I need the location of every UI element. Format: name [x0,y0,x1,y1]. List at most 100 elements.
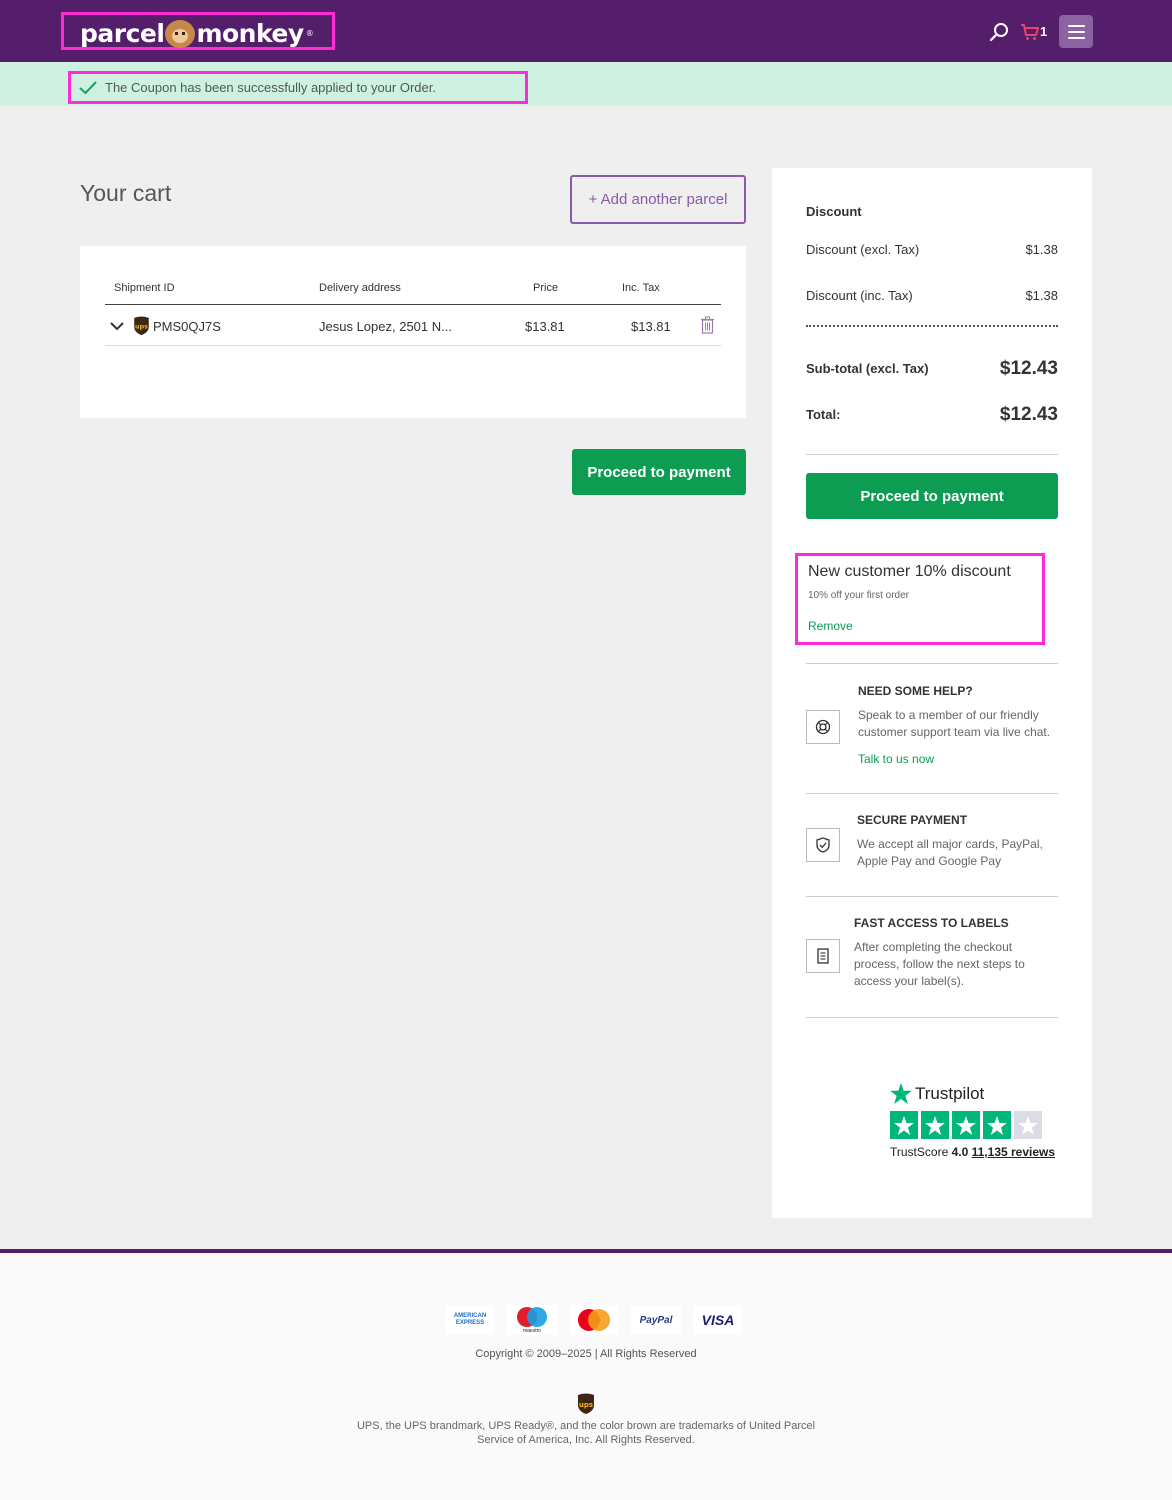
subtotal-label: Sub-total (excl. Tax) [806,361,929,376]
cart-count-badge[interactable]: 1 [1040,24,1047,39]
menu-bar-icon [1067,30,1085,33]
rating-star-icon [952,1111,980,1139]
divider [806,663,1058,664]
maestro-label: maestro [522,1328,542,1334]
document-icon [817,948,829,964]
total-label: Total: [806,407,841,422]
trustpilot-star-icon [890,1083,912,1104]
page-title: Your cart [80,180,172,206]
menu-bar-icon [1067,24,1085,27]
proceed-to-payment-side-button[interactable]: Proceed to payment [806,473,1058,519]
cart-table: Shipment ID Delivery address Price Inc. … [80,246,746,418]
discount-excl-tax-label: Discount (excl. Tax) [806,242,920,257]
column-header-inc-tax: Inc. Tax [622,282,660,294]
paypal-label: PayPal [639,1314,673,1326]
discount-excl-tax-value: $1.38 [1025,242,1058,257]
help-title: NEED SOME HELP? [858,684,973,698]
price-cell: $13.81 [525,319,565,334]
lifebuoy-icon [815,719,831,735]
discount-inc-tax-value: $1.38 [1025,288,1058,303]
coupon-success-message: The Coupon has been successfully applied… [68,71,528,104]
applied-coupon: New customer 10% discount 10% off your f… [795,553,1045,645]
maestro-icon: maestro [507,1305,557,1335]
monkey-face-icon [165,19,196,48]
secure-icon-box [806,828,840,862]
delivery-address-cell: Jesus Lopez, 2501 N... [319,319,452,334]
visa-label: VISA [701,1312,735,1328]
divider [806,896,1058,897]
coupon-success-banner: The Coupon has been successfully applied… [0,62,1172,106]
fast-access-text: After completing the checkout process, f… [854,940,1025,988]
help-icon-box [806,710,840,744]
proceed-to-payment-button[interactable]: Proceed to payment [572,449,746,495]
trustscore-value: 4.0 [951,1145,969,1159]
order-summary-panel: Discount Discount (excl. Tax) $1.38 Disc… [772,168,1092,1218]
ups-trademark-note: UPS, the UPS brandmark, UPS Ready®, and … [356,1420,816,1446]
column-header-shipment-id: Shipment ID [114,282,175,294]
subtotal-value: $12.43 [999,358,1058,379]
coupon-title: New customer 10% discount [808,563,1011,580]
paypal-icon: PayPal [631,1305,681,1335]
table-header-divider [105,304,721,305]
divider [806,1017,1058,1018]
trustpilot-reviews-link[interactable]: 11,135 reviews [972,1145,1055,1159]
copyright-text: Copyright © 2009–2025 | All Rights Reser… [475,1348,697,1360]
logo-text-monkey: monkey [196,19,304,48]
trustscore-text: TrustScore 4.0 11,135 reviews [890,1145,1055,1159]
parcel-monkey-logo: parcel monkey ® [80,19,314,48]
trustpilot-rating-stars [890,1111,1055,1139]
checkmark-icon [79,80,97,94]
fast-access-title: FAST ACCESS TO LABELS [854,916,1009,930]
trustpilot-widget[interactable]: Trustpilot TrustScore 4.0 11,135 reviews [890,1083,1055,1159]
table-row-divider [105,345,721,346]
logo-link[interactable]: parcel monkey ® [61,12,335,50]
logo-text-parcel: parcel [80,19,165,48]
divider [806,454,1058,455]
mastercard-icon [569,1305,619,1335]
discount-heading: Discount [806,204,862,219]
svg-text:ups: ups [579,1401,593,1409]
labels-icon-box [806,939,840,973]
rating-star-icon [890,1111,918,1139]
coupon-description: 10% off your first order [808,590,909,601]
trustpilot-name: Trustpilot [915,1083,985,1103]
payment-methods: AMERICAN EXPRESS maestro PayPal VISA [445,1305,743,1335]
site-footer: AMERICAN EXPRESS maestro PayPal VISA Cop… [0,1253,1172,1500]
discount-inc-tax-label: Discount (inc. Tax) [806,288,913,303]
search-icon[interactable] [989,22,1009,42]
trash-icon[interactable] [700,316,715,334]
remove-coupon-link[interactable]: Remove [808,619,853,633]
site-header: parcel monkey ® 1 [0,0,1172,62]
shopping-cart-icon[interactable] [1020,23,1040,41]
add-another-parcel-button[interactable]: + Add another parcel [570,175,746,224]
registered-mark: ® [305,29,314,38]
rating-star-icon [921,1111,949,1139]
ups-logo-icon: ups [134,316,149,336]
maestro-circles-icon [517,1307,547,1327]
amex-label: AMERICAN EXPRESS [453,1313,487,1326]
talk-to-us-link[interactable]: Talk to us now [858,752,934,766]
shipment-id-cell: PMS0QJ7S [153,319,221,334]
divider [806,793,1058,794]
visa-icon: VISA [693,1305,743,1335]
trustpilot-header: Trustpilot [890,1083,1055,1104]
menu-bar-icon [1067,36,1085,39]
secure-payment-text: We accept all major cards, PayPal, Apple… [857,837,1043,868]
column-header-price: Price [533,282,559,294]
dotted-divider [806,325,1058,327]
svg-text:ups: ups [135,324,148,331]
secure-payment-title: SECURE PAYMENT [857,813,968,827]
amex-icon: AMERICAN EXPRESS [445,1305,495,1335]
rating-star-icon [983,1111,1011,1139]
mastercard-circles-icon [578,1309,610,1331]
total-value: $12.43 [999,404,1058,425]
hamburger-menu-button[interactable] [1059,15,1093,48]
inc-tax-cell: $13.81 [631,319,671,334]
banner-text: The Coupon has been successfully applied… [105,80,436,95]
help-text: Speak to a member of our friendly custom… [858,708,1051,739]
trustscore-label: TrustScore [890,1145,949,1159]
chevron-down-icon[interactable] [110,320,124,332]
ups-logo-icon: ups [578,1393,594,1414]
column-header-delivery-address: Delivery address [319,282,401,294]
rating-star-icon [1014,1111,1042,1139]
